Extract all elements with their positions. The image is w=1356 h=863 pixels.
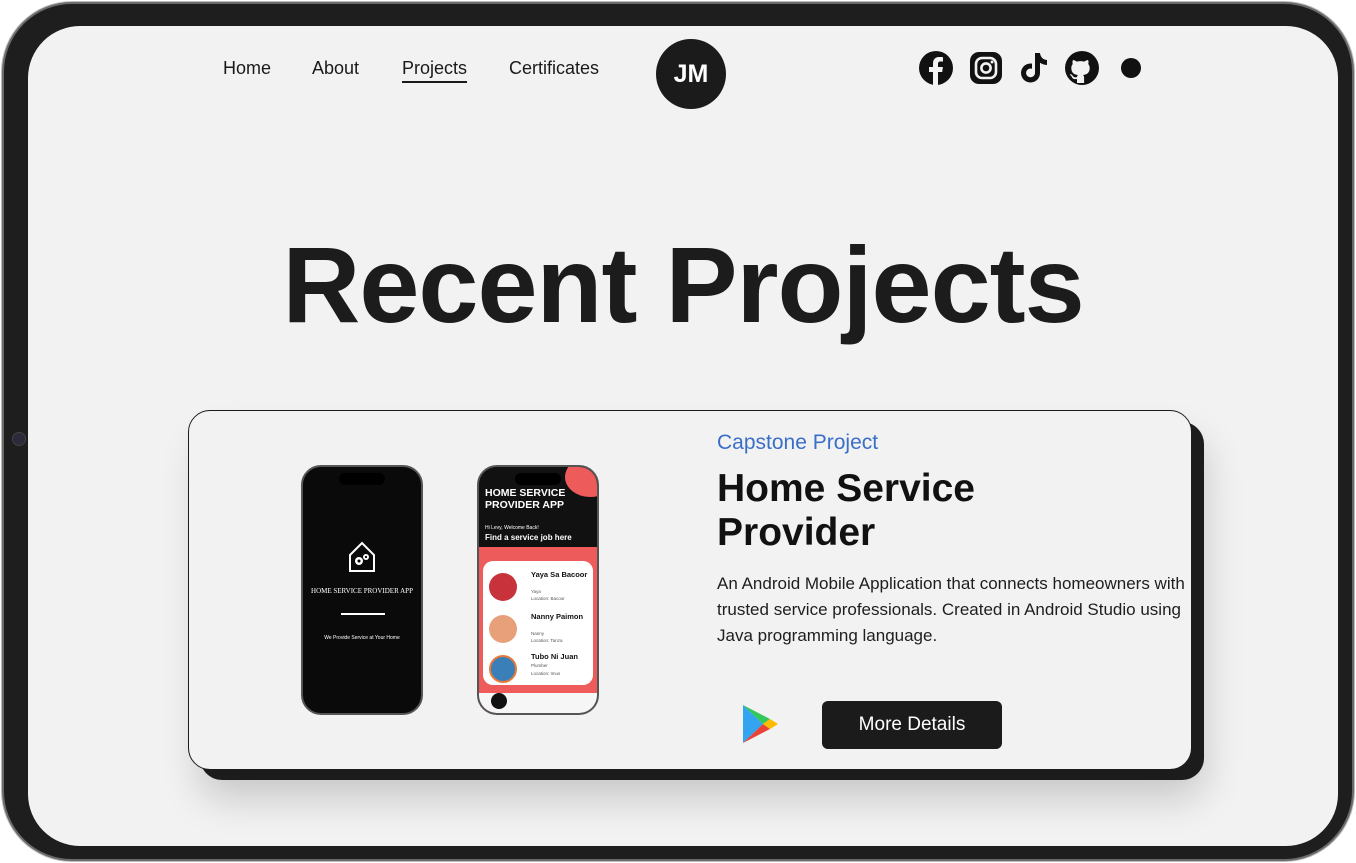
splash-tagline: We Provide Service at Your Home bbox=[324, 635, 400, 641]
nav-projects[interactable]: Projects bbox=[402, 58, 468, 83]
item-location: Location: Tanza bbox=[531, 638, 563, 643]
phone-notch bbox=[339, 473, 385, 485]
theme-toggle[interactable] bbox=[1121, 58, 1141, 78]
welcome-text: Hi Levy, Welcome Back! bbox=[485, 525, 539, 531]
item-location: Location: Imus bbox=[531, 671, 561, 676]
splash-loading-bar bbox=[341, 613, 385, 615]
google-play-icon[interactable] bbox=[741, 703, 779, 745]
project-subtitle: Capstone Project bbox=[717, 431, 879, 454]
avatar bbox=[489, 615, 517, 643]
item-name: Yaya Sa Bacoor bbox=[531, 570, 588, 579]
nav-about[interactable]: About bbox=[312, 58, 359, 79]
item-name: Nanny Paimon bbox=[531, 612, 584, 621]
item-location: Location: Bacoor bbox=[531, 596, 565, 601]
website-screen: Home About Projects Certificates JM Rece… bbox=[28, 26, 1338, 846]
item-role: Plumber bbox=[531, 663, 548, 668]
home-tab-icon bbox=[491, 693, 507, 709]
site-logo[interactable]: JM bbox=[656, 39, 726, 109]
house-gears-icon bbox=[349, 541, 375, 572]
app-title: HOME SERVICE PROVIDER APP bbox=[485, 487, 566, 511]
project-card: HOME SERVICE PROVIDER APP We Provide Ser… bbox=[188, 410, 1192, 770]
list-item: Yaya Sa Bacoor Yaya Location: Bacoor bbox=[489, 571, 589, 607]
list-item: Tubo Ni Juan Plumber Location: Imus bbox=[489, 653, 589, 689]
more-details-button[interactable]: More Details bbox=[822, 701, 1002, 749]
project-title: Home Service Provider bbox=[717, 467, 975, 554]
list-item: Nanny Paimon Nanny Location: Tanza bbox=[489, 613, 589, 649]
facebook-icon[interactable] bbox=[918, 50, 954, 86]
item-name: Tubo Ni Juan bbox=[531, 652, 578, 661]
phone-mockup-splash: HOME SERVICE PROVIDER APP We Provide Ser… bbox=[301, 465, 423, 715]
item-role: Nanny bbox=[531, 631, 545, 636]
tablet-frame: Home About Projects Certificates JM Rece… bbox=[2, 2, 1354, 861]
github-icon[interactable] bbox=[1064, 50, 1100, 86]
nav-home[interactable]: Home bbox=[223, 58, 271, 79]
avatar bbox=[489, 655, 517, 683]
front-camera bbox=[12, 432, 26, 446]
project-description: An Android Mobile Application that conne… bbox=[717, 574, 1185, 646]
tiktok-icon[interactable] bbox=[1016, 50, 1052, 86]
item-role: Yaya bbox=[531, 589, 541, 594]
nav-certificates[interactable]: Certificates bbox=[509, 58, 599, 79]
phone-notch bbox=[515, 473, 561, 485]
find-heading: Find a service job here bbox=[485, 533, 572, 542]
page-title: Recent Projects bbox=[282, 224, 1084, 345]
instagram-icon[interactable] bbox=[968, 50, 1004, 86]
phone-mockup-home: HOME SERVICE PROVIDER APP Hi Levy, Welco… bbox=[477, 465, 599, 715]
avatar bbox=[489, 573, 517, 601]
splash-app-title: HOME SERVICE PROVIDER APP bbox=[311, 587, 413, 595]
